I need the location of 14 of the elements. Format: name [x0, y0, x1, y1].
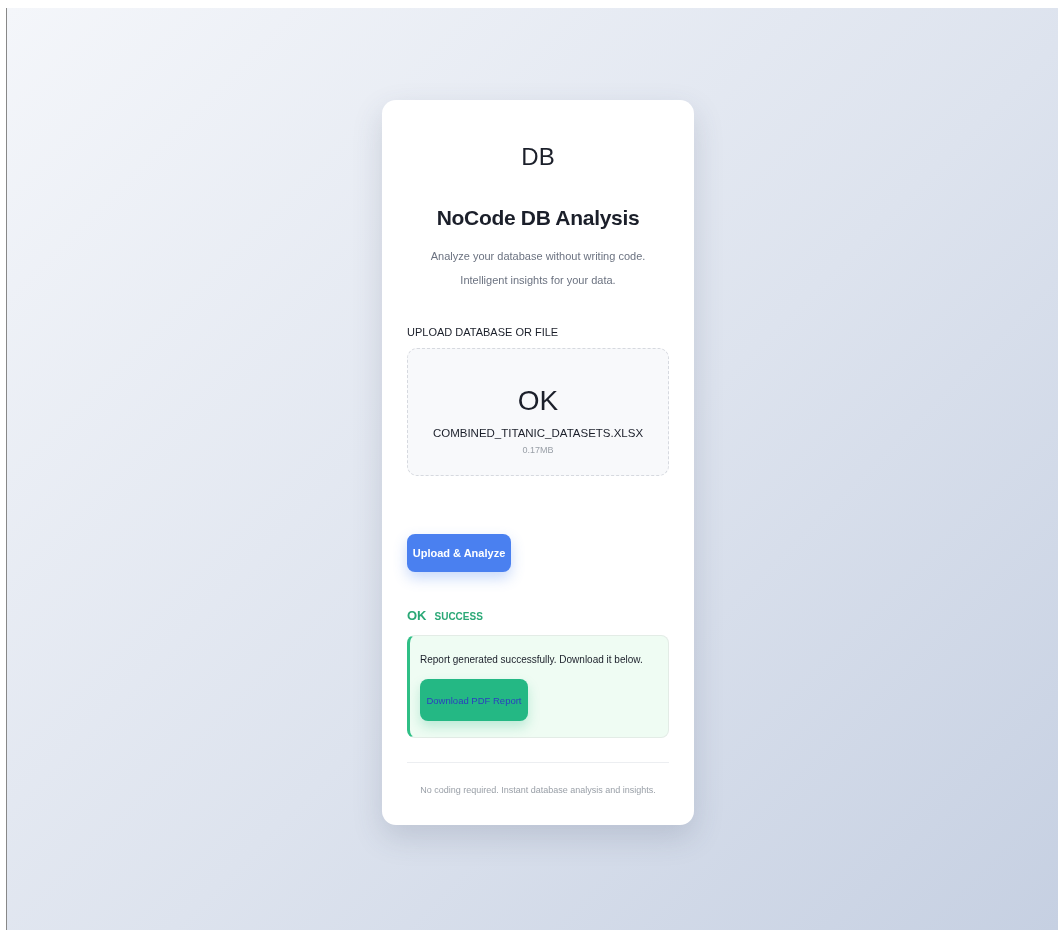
status-icon-text: OK	[407, 608, 427, 623]
app-subtitle: Analyze your database without writing code. Intelligent insights for your data.	[429, 249, 647, 288]
download-report-button[interactable]: Download PDF Report	[420, 679, 528, 721]
file-drop-zone[interactable]: OK COMBINED_TITANIC_DATASETS.XLSX 0.17MB	[407, 348, 669, 476]
upload-label: UPLOAD DATABASE OR FILE	[407, 326, 560, 338]
result-message: Report generated successfully. Download it below.	[420, 654, 644, 665]
upload-analyze-button[interactable]: Upload & Analyze	[407, 534, 511, 572]
file-name: COMBINED_TITANIC_DATASETS.XLSX	[431, 427, 645, 439]
upload-status-text: OK	[516, 385, 560, 417]
status-heading: SUCCESS	[434, 611, 483, 622]
app-title: NoCode DB Analysis	[435, 205, 641, 231]
footer-text: No coding required. Instant database analysis and insights.	[419, 785, 657, 795]
file-size: 0.17MB	[521, 445, 555, 455]
logo-text: DB	[520, 142, 556, 172]
